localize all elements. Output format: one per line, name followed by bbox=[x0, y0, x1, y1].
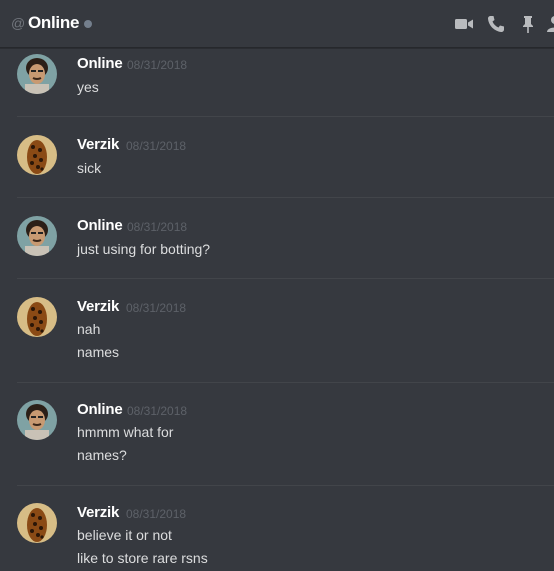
dm-title[interactable]: Online bbox=[28, 13, 79, 33]
message-timestamp: 08/31/2018 bbox=[127, 404, 188, 418]
message-author[interactable]: Online bbox=[77, 55, 123, 72]
message-timestamp: 08/31/2018 bbox=[126, 301, 187, 315]
avatar-verzik[interactable] bbox=[17, 503, 57, 543]
message-text: nah bbox=[77, 321, 101, 337]
message-text: just using for botting? bbox=[77, 241, 211, 257]
message-author[interactable]: Verzik bbox=[77, 504, 119, 521]
add-member-icon[interactable] bbox=[547, 14, 554, 34]
video-call-icon[interactable] bbox=[454, 14, 474, 34]
message-divider bbox=[17, 197, 554, 198]
channel-header: @ Online bbox=[0, 0, 554, 48]
avatar-online[interactable] bbox=[17, 400, 57, 440]
avatar-online[interactable] bbox=[17, 216, 57, 256]
message-divider bbox=[17, 278, 554, 279]
message-divider bbox=[17, 382, 554, 383]
message-author[interactable]: Online bbox=[77, 401, 123, 418]
message-author[interactable]: Verzik bbox=[77, 136, 119, 153]
message-timestamp: 08/31/2018 bbox=[127, 58, 188, 72]
message-timestamp: 08/31/2018 bbox=[127, 220, 188, 234]
message-author[interactable]: Verzik bbox=[77, 298, 119, 315]
avatar-online[interactable] bbox=[17, 54, 57, 94]
message-text: sick bbox=[77, 160, 102, 176]
message-timestamp: 08/31/2018 bbox=[126, 139, 187, 153]
message-text: names bbox=[77, 344, 120, 360]
phone-call-icon[interactable] bbox=[486, 14, 506, 34]
at-symbol: @ bbox=[11, 15, 26, 31]
avatar-verzik[interactable] bbox=[17, 135, 57, 175]
message-divider bbox=[17, 485, 554, 486]
status-indicator bbox=[84, 20, 92, 28]
message-text: names? bbox=[77, 447, 127, 463]
message-text: yes bbox=[77, 79, 99, 95]
avatar-verzik[interactable] bbox=[17, 297, 57, 337]
message-text: like to store rare rsns bbox=[77, 550, 208, 566]
pin-icon[interactable] bbox=[518, 14, 538, 34]
message-divider bbox=[17, 116, 554, 117]
message-timestamp: 08/31/2018 bbox=[126, 507, 187, 521]
message-text: believe it or not bbox=[77, 527, 172, 543]
message-author[interactable]: Online bbox=[77, 217, 123, 234]
message-text: hmmm what for bbox=[77, 424, 174, 440]
